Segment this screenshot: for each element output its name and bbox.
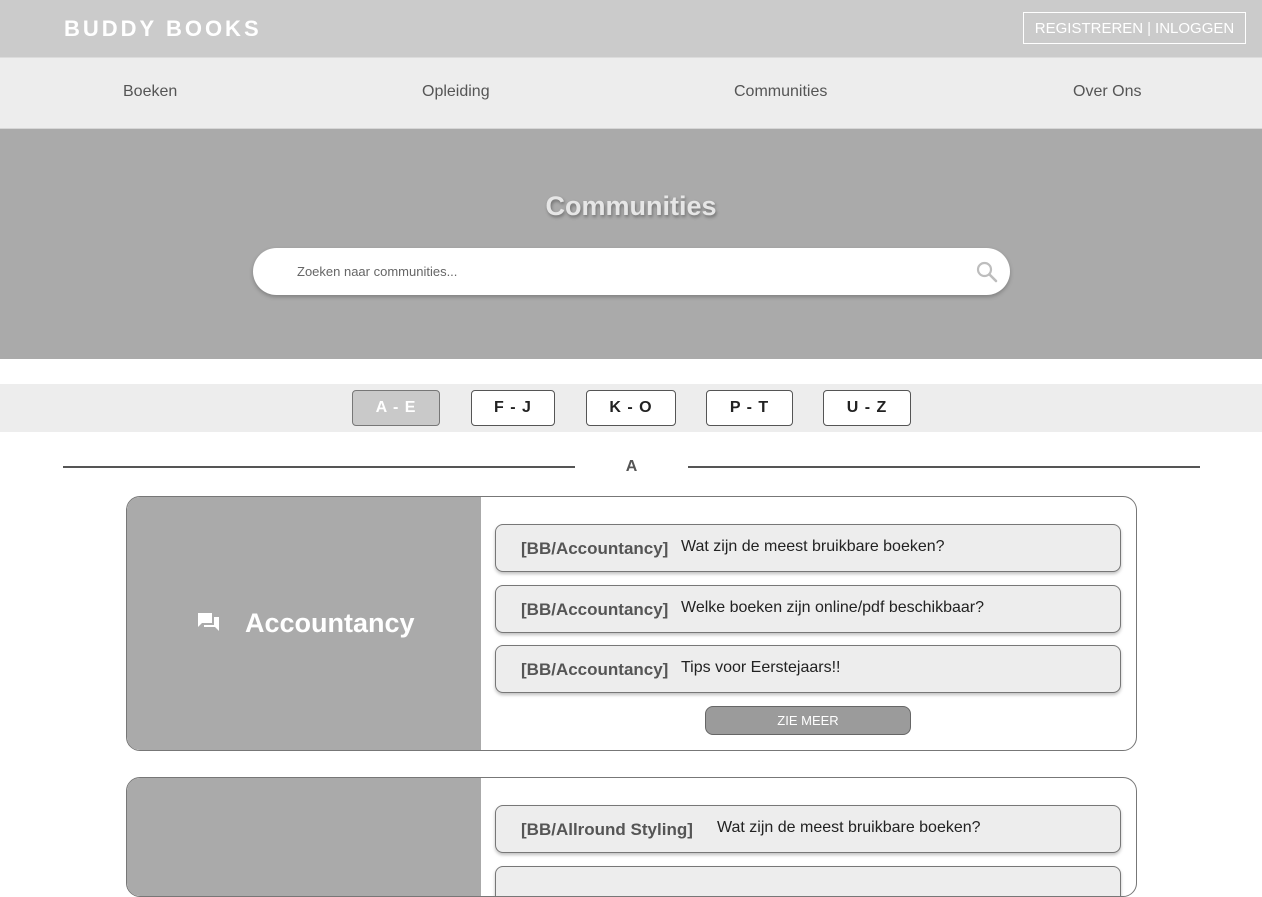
see-more-button[interactable]: ZIE MEER <box>705 706 911 735</box>
post-item[interactable]: [BB/Accountancy] Welke boeken zijn onlin… <box>495 585 1121 633</box>
login-link[interactable]: INLOGGEN <box>1155 20 1234 37</box>
letter-filter-bar: A - E F - J K - O P - T U - Z <box>0 384 1262 432</box>
section-divider-right <box>688 466 1200 468</box>
community-card: [BB/Allround Styling] Wat zijn de meest … <box>126 777 1137 897</box>
filter-u-z[interactable]: U - Z <box>823 390 911 426</box>
nav-item-boeken[interactable]: Boeken <box>123 83 177 101</box>
post-title: Wat zijn de meest bruikbare boeken? <box>717 819 981 836</box>
post-item[interactable]: [BB/Allround Styling] Wat zijn de meest … <box>495 805 1121 853</box>
post-item[interactable]: [BB/Accountancy] Tips voor Eerstejaars!! <box>495 645 1121 693</box>
post-item[interactable] <box>495 866 1121 896</box>
post-tag: [BB/Allround Styling] <box>521 820 693 839</box>
register-link[interactable]: REGISTREREN <box>1035 20 1143 37</box>
filter-k-o[interactable]: K - O <box>586 390 676 426</box>
community-header[interactable]: Accountancy <box>127 497 481 750</box>
nav-item-communities[interactable]: Communities <box>734 83 827 101</box>
search-icon[interactable] <box>976 261 998 288</box>
chat-icon <box>197 612 221 639</box>
community-header[interactable] <box>127 778 481 896</box>
page-title: Communities <box>545 191 717 221</box>
brand-logo[interactable]: BUDDY BOOKS <box>64 16 262 42</box>
top-bar: BUDDY BOOKS REGISTREREN | INLOGGEN <box>0 0 1262 57</box>
community-card: Accountancy [BB/Accountancy] Wat zijn de… <box>126 496 1137 751</box>
nav-item-over-ons[interactable]: Over Ons <box>1073 83 1141 101</box>
search-input[interactable] <box>297 260 937 282</box>
filter-f-j[interactable]: F - J <box>471 390 555 426</box>
main-nav: Boeken Opleiding Communities Over Ons <box>0 57 1262 129</box>
section-divider-left <box>63 466 575 468</box>
search-bar <box>253 248 1010 295</box>
post-tag: [BB/Accountancy] <box>521 600 669 619</box>
community-name: Accountancy <box>245 608 415 638</box>
post-tag: [BB/Accountancy] <box>521 539 669 558</box>
filter-p-t[interactable]: P - T <box>706 390 793 426</box>
section-letter: A <box>625 458 638 475</box>
post-item[interactable]: [BB/Accountancy] Wat zijn de meest bruik… <box>495 524 1121 572</box>
post-title: Tips voor Eerstejaars!! <box>681 659 841 676</box>
post-title: Wat zijn de meest bruikbare boeken? <box>681 538 945 555</box>
auth-separator: | <box>1147 19 1152 37</box>
filter-a-e[interactable]: A - E <box>352 390 440 426</box>
auth-links: REGISTREREN | INLOGGEN <box>1023 12 1246 44</box>
hero-banner: Communities <box>0 129 1262 359</box>
nav-item-opleiding[interactable]: Opleiding <box>422 83 490 101</box>
post-tag: [BB/Accountancy] <box>521 660 669 679</box>
post-title: Welke boeken zijn online/pdf beschikbaar… <box>681 599 985 616</box>
